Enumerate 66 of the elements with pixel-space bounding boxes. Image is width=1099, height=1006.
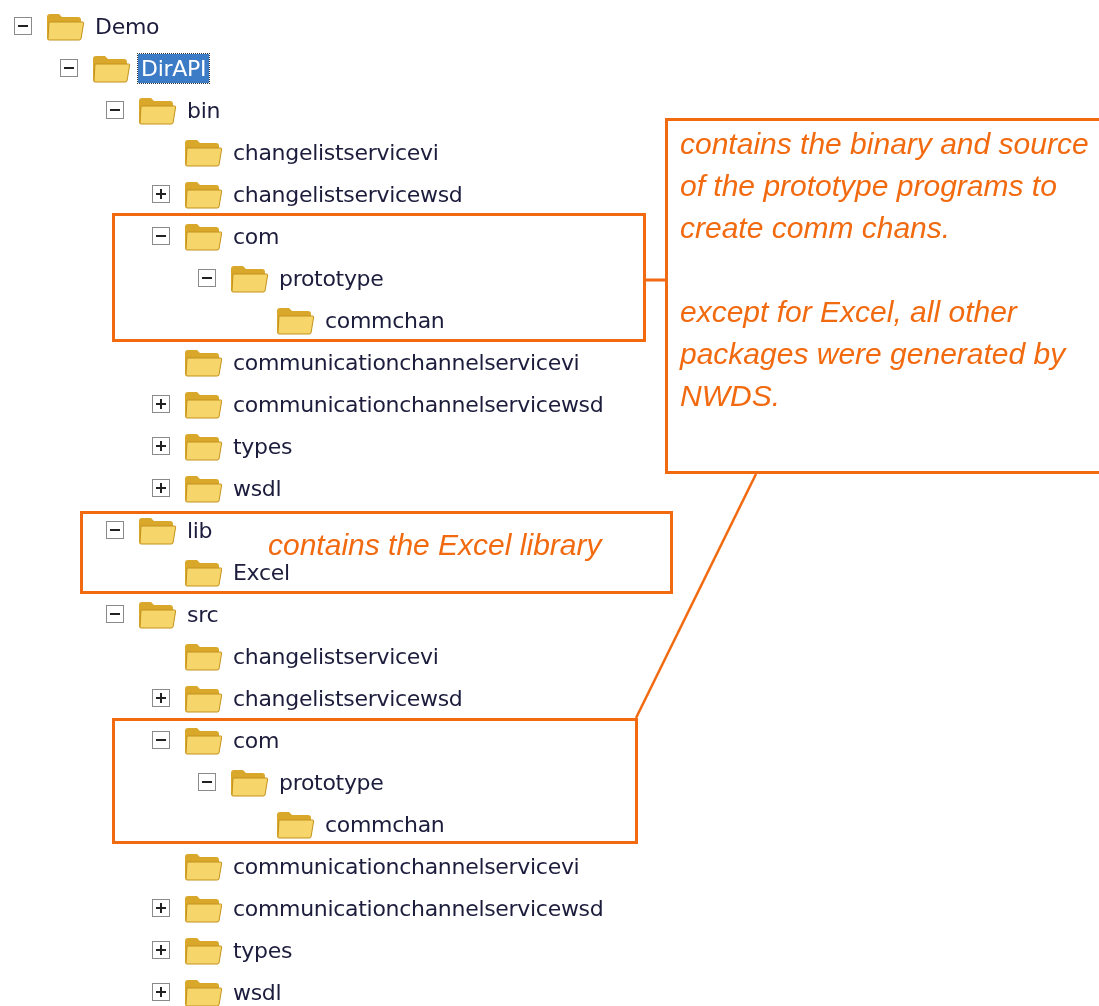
folder-icon	[183, 641, 223, 671]
folder-icon	[183, 221, 223, 251]
folder-icon	[183, 893, 223, 923]
folder-icon	[137, 515, 177, 545]
folder-icon	[183, 389, 223, 419]
folder-icon	[275, 305, 315, 335]
folder-icon	[183, 851, 223, 881]
folder-icon	[183, 935, 223, 965]
tree-item[interactable]: types	[230, 935, 296, 965]
tree-item[interactable]: Demo	[92, 11, 163, 41]
tree-item[interactable]: com	[230, 221, 283, 251]
collapse-icon[interactable]	[14, 17, 32, 35]
folder-icon	[45, 11, 85, 41]
folder-icon	[183, 683, 223, 713]
expand-icon[interactable]	[152, 395, 170, 413]
expand-icon[interactable]	[152, 479, 170, 497]
folder-icon	[183, 725, 223, 755]
collapse-icon[interactable]	[106, 101, 124, 119]
folder-icon	[183, 137, 223, 167]
tree-item[interactable]: communicationchannelservicewsd	[230, 893, 607, 923]
folder-icon	[183, 977, 223, 1006]
folder-icon	[183, 557, 223, 587]
collapse-icon[interactable]	[198, 269, 216, 287]
folder-icon	[275, 809, 315, 839]
tree-item[interactable]: bin	[184, 95, 224, 125]
tree-item[interactable]: changelistservicewsd	[230, 179, 466, 209]
expand-icon[interactable]	[152, 941, 170, 959]
tree-item[interactable]: lib	[184, 515, 216, 545]
expand-icon[interactable]	[152, 185, 170, 203]
tree-item[interactable]: changelistservicewsd	[230, 683, 466, 713]
tree-item[interactable]: com	[230, 725, 283, 755]
tree-item[interactable]: prototype	[276, 767, 387, 797]
folder-icon	[91, 53, 131, 83]
tree-item[interactable]: DirAPI	[138, 53, 210, 83]
tree-item[interactable]: prototype	[276, 263, 387, 293]
tree-item[interactable]: communicationchannelservicevi	[230, 347, 583, 377]
tree-item[interactable]: types	[230, 431, 296, 461]
folder-icon	[183, 179, 223, 209]
annotation-text: contains the binary and source of the prototype programs to create comm chans.	[680, 126, 1090, 246]
tree-item[interactable]: communicationchannelservicewsd	[230, 389, 607, 419]
folder-icon	[183, 473, 223, 503]
collapse-icon[interactable]	[106, 605, 124, 623]
folder-icon	[183, 347, 223, 377]
tree-item[interactable]: commchan	[322, 809, 448, 839]
expand-icon[interactable]	[152, 899, 170, 917]
tree-item[interactable]: changelistservicevi	[230, 137, 442, 167]
annotation-text: except for Excel, all other packages were generated by NWDS.	[680, 294, 1068, 414]
collapse-icon[interactable]	[152, 731, 170, 749]
folder-icon	[229, 263, 269, 293]
tree-item[interactable]: src	[184, 599, 222, 629]
collapse-icon[interactable]	[152, 227, 170, 245]
expand-icon[interactable]	[152, 689, 170, 707]
tree-item[interactable]: changelistservicevi	[230, 641, 442, 671]
tree-item[interactable]: wsdl	[230, 473, 285, 503]
tree-item[interactable]: wsdl	[230, 977, 285, 1006]
collapse-icon[interactable]	[198, 773, 216, 791]
tree-item[interactable]: communicationchannelservicevi	[230, 851, 583, 881]
collapse-icon[interactable]	[106, 521, 124, 539]
folder-icon	[183, 431, 223, 461]
tree-item[interactable]: commchan	[322, 305, 448, 335]
expand-icon[interactable]	[152, 983, 170, 1001]
folder-icon	[137, 599, 177, 629]
folder-icon	[137, 95, 177, 125]
expand-icon[interactable]	[152, 437, 170, 455]
folder-icon	[229, 767, 269, 797]
collapse-icon[interactable]	[60, 59, 78, 77]
